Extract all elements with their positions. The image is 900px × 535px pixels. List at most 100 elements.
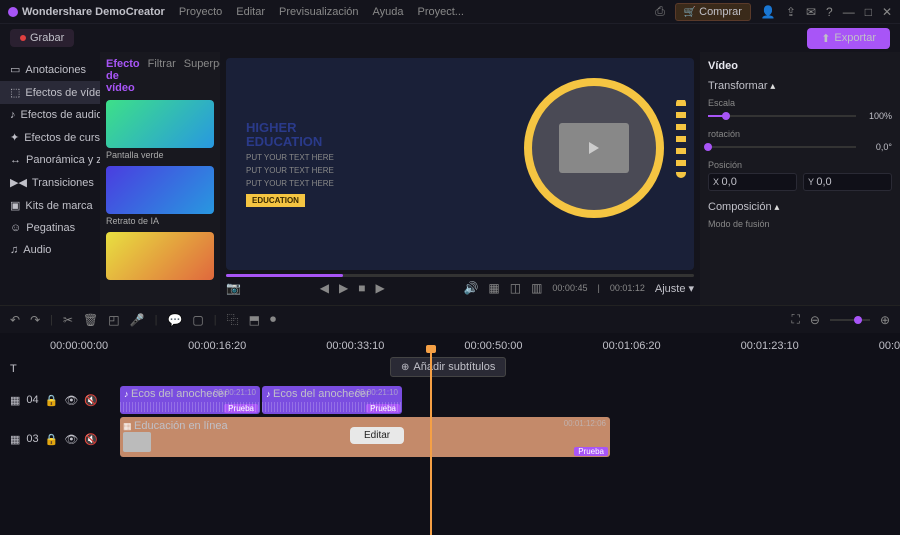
- export-button[interactable]: ⬆ Exportar: [807, 28, 890, 49]
- account-icon[interactable]: 👤: [761, 5, 776, 19]
- sidebar-pegatinas[interactable]: ☺Pegatinas: [0, 217, 100, 239]
- save-icon[interactable]: ⎙: [655, 4, 665, 19]
- video-fx-icon: ⬚: [10, 86, 20, 99]
- zoom-in-icon[interactable]: ⊕: [880, 313, 890, 327]
- props-title: Vídeo: [708, 60, 892, 72]
- menu-previsualizacion[interactable]: Previsualización: [279, 6, 358, 18]
- sidebar-efectos-audio[interactable]: ♪Efectos de audio: [0, 104, 100, 126]
- sidebar-transiciones[interactable]: ▶◀Transiciones: [0, 171, 100, 194]
- close-icon[interactable]: ✕: [882, 5, 892, 19]
- preview-scrubber[interactable]: [226, 274, 694, 277]
- rotation-slider[interactable]: 0,0°: [708, 142, 892, 152]
- rotation-value: 0,0°: [862, 142, 892, 152]
- group-icon[interactable]: ⬒: [249, 313, 260, 327]
- eye-icon[interactable]: 👁: [64, 394, 78, 407]
- help-icon[interactable]: ?: [826, 5, 833, 19]
- menu-ayuda[interactable]: Ayuda: [373, 6, 404, 18]
- video-clip[interactable]: ▦ Educación en línea 00:01:12:06 Prueba …: [120, 417, 610, 457]
- scale-slider[interactable]: 100%: [708, 111, 892, 121]
- edit-clip-button[interactable]: Editar: [350, 427, 404, 444]
- record-dot-icon: [20, 35, 26, 41]
- lock-icon[interactable]: 🔒: [45, 394, 59, 407]
- next-frame-icon[interactable]: ▶: [375, 281, 384, 295]
- marker-icon[interactable]: ▢: [192, 313, 203, 327]
- asset-extra[interactable]: [106, 232, 214, 280]
- zoom-out-icon[interactable]: ⊖: [810, 313, 820, 327]
- action-bar: Grabar ⬆ Exportar: [0, 24, 900, 52]
- tab-efecto-video[interactable]: Efecto de vídeo: [106, 58, 140, 94]
- redo-icon[interactable]: ↷: [30, 313, 40, 327]
- delete-icon[interactable]: 🗑: [83, 313, 98, 327]
- share-icon[interactable]: ⇪: [786, 5, 796, 19]
- sidebar-efectos-video[interactable]: ⬚Efectos de vídeo: [0, 81, 100, 104]
- snapshot-icon[interactable]: 📷: [226, 281, 241, 295]
- audio-fx-icon: ♪: [10, 109, 16, 121]
- audio-clip-2[interactable]: ♪ Ecos del anochecer 00:00:21:10 Prueba: [262, 386, 402, 414]
- buy-button[interactable]: 🛒 Comprar: [675, 3, 751, 21]
- audio-track: ▦ 04 🔒 👁 🔇 ♪ Ecos del anochecer 00:00:21…: [10, 386, 890, 414]
- track-icon: ▦: [10, 394, 20, 407]
- library-sidebar: ▭Anotaciones ⬚Efectos de vídeo ♪Efectos …: [0, 52, 100, 305]
- logo-icon: [8, 7, 18, 17]
- grid2-icon[interactable]: ◫: [510, 281, 521, 295]
- tab-filtrar[interactable]: Filtrar: [148, 58, 176, 94]
- zoom-slider[interactable]: [830, 319, 870, 321]
- export-icon: ⬆: [821, 32, 830, 45]
- maximize-icon[interactable]: □: [865, 5, 872, 19]
- sidebar-kits-marca[interactable]: ▣Kits de marca: [0, 194, 100, 217]
- canvas-title2: EDUCATION: [246, 135, 334, 149]
- volume-icon[interactable]: 🔊: [463, 281, 478, 295]
- preview-canvas[interactable]: HIGHER EDUCATION PUT YOUR TEXT HERE PUT …: [226, 58, 694, 270]
- record-marker-icon[interactable]: ⏺: [270, 312, 276, 327]
- section-transform[interactable]: Transformar ▴: [708, 80, 892, 92]
- canvas-sub2: PUT YOUR TEXT HERE: [246, 166, 334, 175]
- audio-clip-1[interactable]: ♪ Ecos del anochecer 00:00:21:10 Prueba: [120, 386, 260, 414]
- scale-label: Escala: [708, 98, 892, 108]
- eye-icon[interactable]: 👁: [64, 433, 78, 446]
- stickers-icon: ☺: [10, 222, 21, 234]
- mail-icon[interactable]: ✉: [806, 5, 816, 19]
- split-icon[interactable]: ✂: [63, 313, 73, 327]
- crop-icon[interactable]: ◰: [108, 313, 119, 327]
- stop-icon[interactable]: ■: [358, 281, 365, 295]
- cursor-fx-icon: ✦: [10, 131, 19, 144]
- track-icon: ▦: [10, 433, 20, 446]
- minimize-icon[interactable]: —: [843, 5, 855, 19]
- sidebar-anotaciones[interactable]: ▭Anotaciones: [0, 58, 100, 81]
- properties-panel: Vídeo Transformar ▴ Escala 100% rotación…: [700, 52, 900, 305]
- asset-thumb: [106, 232, 214, 280]
- prev-frame-icon[interactable]: ◀: [320, 281, 329, 295]
- play-icon[interactable]: ▶: [339, 281, 348, 295]
- playhead[interactable]: [430, 351, 432, 535]
- lock-icon[interactable]: 🔒: [45, 433, 59, 446]
- sidebar-panoramica[interactable]: ↔Panorámica y zoom: [0, 149, 100, 171]
- time-ruler[interactable]: 00:00:00:00 00:00:16:20 00:00:33:10 00:0…: [10, 337, 890, 355]
- video-track: ▦ 03 🔒 👁 🔇 ▦ Educación en línea 00:01:12…: [10, 417, 890, 461]
- pos-x-input[interactable]: X 0,0: [708, 173, 797, 191]
- canvas-badge: EDUCATION: [246, 194, 305, 207]
- copy-icon[interactable]: ⿻: [227, 311, 239, 328]
- canvas-circle: [524, 78, 664, 218]
- record-button[interactable]: Grabar: [10, 29, 74, 47]
- sidebar-efectos-cursor[interactable]: ✦Efectos de cursor: [0, 126, 100, 149]
- rotation-label: rotación: [708, 129, 892, 139]
- pos-y-input[interactable]: Y 0,0: [803, 173, 892, 191]
- fit-timeline-icon[interactable]: ⛶: [791, 312, 799, 327]
- section-composition[interactable]: Composición ▴: [708, 201, 892, 213]
- add-subtitle-button[interactable]: ⊕ Añadir subtítulos: [390, 357, 506, 377]
- text-track-icon: T: [10, 363, 17, 375]
- mic-icon[interactable]: 🎤: [130, 313, 145, 327]
- pan-zoom-icon: ↔: [10, 154, 21, 166]
- menu-editar[interactable]: Editar: [236, 6, 265, 18]
- fit-dropdown[interactable]: Ajuste ▾: [655, 282, 694, 295]
- asset-retrato-ia[interactable]: Retrato de IA: [106, 166, 214, 226]
- grid1-icon[interactable]: ▦: [488, 281, 499, 295]
- project-name[interactable]: Proyect...: [418, 6, 464, 18]
- video-placeholder-icon: [559, 123, 629, 173]
- undo-icon[interactable]: ↶: [10, 313, 20, 327]
- menu-proyecto[interactable]: Proyecto: [179, 6, 222, 18]
- grid3-icon[interactable]: ▥: [531, 281, 542, 295]
- caption-icon[interactable]: 💬: [167, 313, 182, 327]
- sidebar-audio[interactable]: ♫Audio: [0, 239, 100, 261]
- asset-pantalla-verde[interactable]: Pantalla verde: [106, 100, 214, 160]
